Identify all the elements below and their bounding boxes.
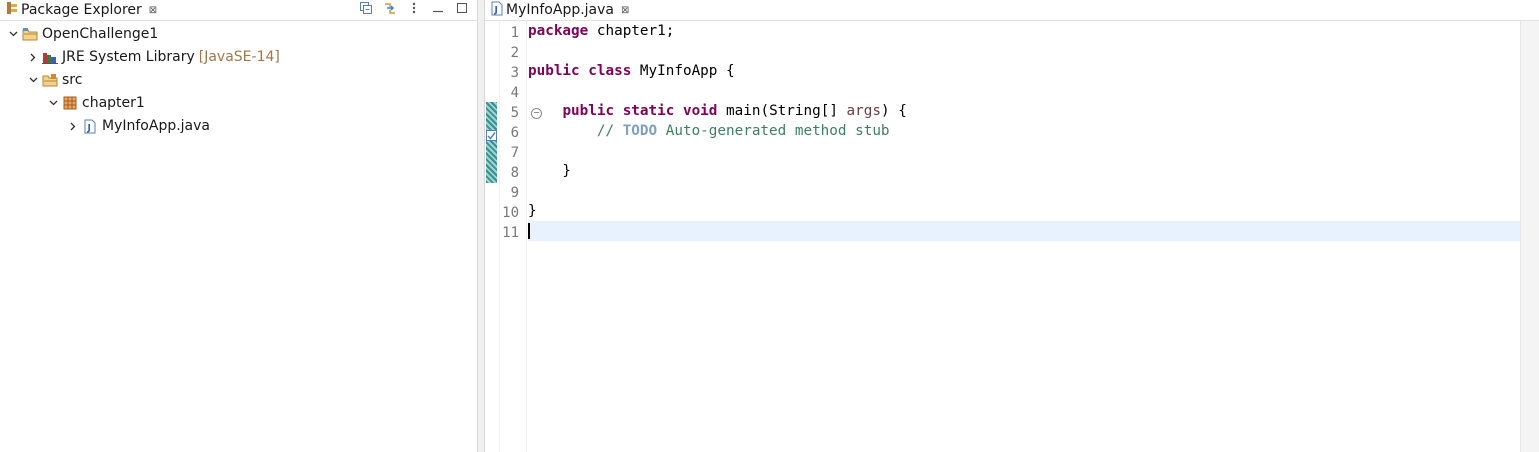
line-number: 10	[502, 205, 519, 221]
tree-item-label: chapter1	[82, 95, 145, 111]
chevron-down-icon[interactable]	[28, 75, 38, 85]
line-number: 1	[510, 25, 519, 41]
code-line[interactable]	[528, 41, 1521, 61]
package-explorer-icon	[6, 1, 18, 19]
code-line[interactable]: package chapter1;	[528, 21, 1521, 41]
close-icon[interactable]: ⊠	[149, 5, 157, 16]
java-project-icon	[22, 26, 38, 42]
library-icon	[42, 49, 58, 65]
chevron-down-icon[interactable]	[48, 98, 58, 108]
code-line[interactable]	[528, 81, 1521, 101]
editor-tab-label: MyInfoApp.java	[506, 2, 614, 18]
tree-item-decoration: [JavaSE-14]	[198, 49, 280, 65]
close-icon[interactable]: ⊠	[621, 5, 629, 16]
java-file-icon: J	[82, 118, 98, 134]
code-text[interactable]: package chapter1; public class MyInfoApp …	[528, 21, 1521, 452]
chevron-right-icon[interactable]	[68, 121, 78, 131]
text-caret	[528, 223, 530, 239]
line-number: 9	[510, 185, 519, 201]
view-toolbar	[359, 1, 469, 15]
code-line[interactable]: }	[528, 201, 1521, 221]
svg-text:J: J	[87, 123, 91, 133]
line-number: 3	[510, 65, 519, 81]
code-line[interactable]: // TODO Auto-generated method stub	[528, 121, 1521, 141]
line-number: 6	[510, 125, 519, 141]
tree-item-label: MyInfoApp.java	[102, 118, 210, 134]
collapse-all-icon[interactable]	[359, 1, 373, 15]
chevron-down-icon[interactable]	[8, 29, 18, 39]
tree-item-jre-system-library[interactable]: JRE System Library [JavaSE-14]	[28, 46, 280, 68]
code-line[interactable]: }	[528, 161, 1521, 181]
code-line[interactable]	[528, 221, 1521, 241]
code-area[interactable]: 1 2 3 4 5 6 7 8 9 10 11 − package chapte…	[485, 21, 1539, 452]
java-editor: J MyInfoApp.java ⊠ 1 2 3 4 5 6 7 8 9 10 …	[484, 0, 1539, 452]
chevron-right-icon[interactable]	[28, 52, 38, 62]
line-number: 8	[510, 165, 519, 181]
line-number: 5	[510, 105, 519, 121]
tree-item-openchallenge1[interactable]: OpenChallenge1	[8, 23, 158, 45]
package-icon	[62, 95, 78, 111]
line-number: 7	[510, 145, 519, 161]
code-line[interactable]	[528, 141, 1521, 161]
editor-tab-myinfoapp[interactable]: J MyInfoApp.java ⊠	[491, 0, 629, 20]
svg-text:J: J	[494, 5, 498, 15]
line-number-ruler: 1 2 3 4 5 6 7 8 9 10 11 −	[499, 21, 542, 452]
editor-tabbar: J MyInfoApp.java ⊠	[485, 0, 1539, 21]
package-explorer-tabbar: Package Explorer ⊠	[0, 0, 477, 21]
line-number: 2	[510, 45, 519, 61]
source-folder-icon	[42, 72, 58, 88]
code-line[interactable]	[528, 181, 1521, 201]
code-line[interactable]: public class MyInfoApp {	[528, 61, 1521, 81]
link-with-editor-icon[interactable]	[383, 1, 397, 15]
tree-item-src[interactable]: src	[28, 69, 82, 91]
package-explorer-view: Package Explorer ⊠ OpenChallenge1 JRE Sy…	[0, 0, 478, 452]
tree-item-label: OpenChallenge1	[42, 26, 159, 42]
maximize-icon[interactable]	[455, 1, 469, 15]
line-number: 11	[502, 225, 519, 241]
vertical-scrollbar[interactable]	[1520, 21, 1539, 452]
tree-item-label: src	[62, 72, 83, 88]
tree-item-label: JRE System Library	[62, 49, 195, 65]
code-line[interactable]: public static void main(String[] args) {	[528, 101, 1521, 121]
package-explorer-tab[interactable]: Package Explorer ⊠	[6, 0, 157, 20]
java-file-icon: J	[491, 1, 503, 20]
minimize-icon[interactable]	[431, 1, 445, 15]
line-number: 4	[510, 85, 519, 101]
tree-item-chapter1[interactable]: chapter1	[48, 92, 145, 114]
annotation-ruler[interactable]	[485, 21, 500, 452]
view-menu-icon[interactable]	[407, 1, 421, 15]
task-marker-icon[interactable]	[486, 126, 498, 145]
tree-item-myinfoapp-java[interactable]: J MyInfoApp.java	[68, 115, 210, 137]
package-explorer-title: Package Explorer	[21, 2, 142, 18]
